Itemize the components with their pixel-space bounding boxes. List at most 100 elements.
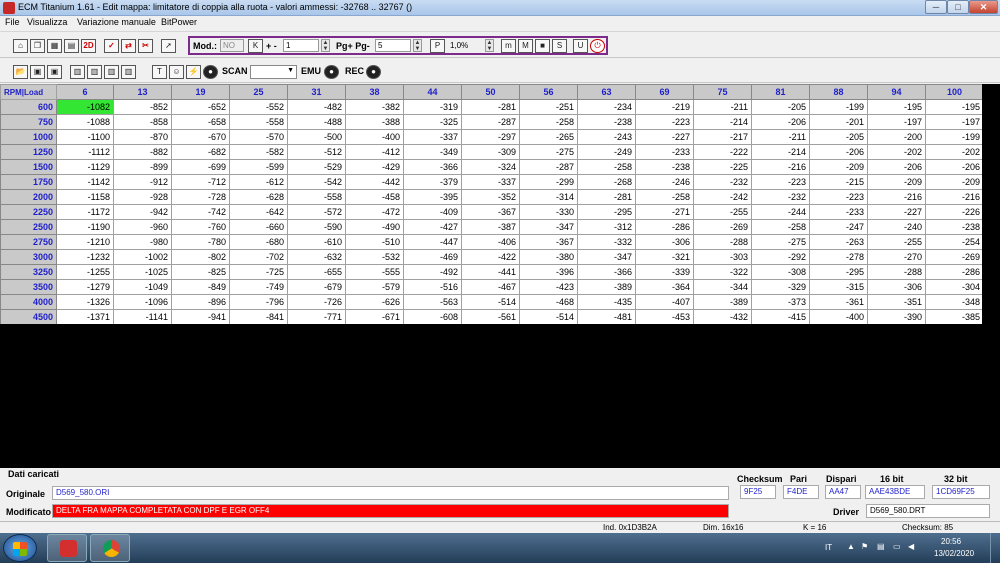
map-cell[interactable]: -380 (519, 249, 578, 265)
map-cell[interactable]: -337 (461, 174, 520, 190)
map-cell[interactable]: -572 (287, 204, 346, 220)
load-column-header[interactable]: 38 (345, 84, 404, 100)
rpm-row-header[interactable]: 1750 (0, 174, 57, 190)
load-column-header[interactable]: 19 (171, 84, 230, 100)
map-cell[interactable]: -244 (751, 204, 810, 220)
map-cell[interactable]: -1158 (56, 189, 114, 205)
map-cell[interactable]: -1088 (56, 114, 114, 130)
map-cell[interactable]: -255 (693, 204, 752, 220)
map-cell[interactable]: -347 (519, 219, 578, 235)
load-column-header[interactable]: 56 (519, 84, 578, 100)
map-cell[interactable]: -626 (345, 294, 404, 310)
map-cell[interactable]: -1326 (56, 294, 114, 310)
map-cell[interactable]: -201 (809, 114, 868, 130)
map-cell[interactable]: -780 (171, 234, 230, 250)
map-cell[interactable]: -286 (925, 264, 984, 280)
map-cell[interactable]: -441 (461, 264, 520, 280)
map-cell[interactable]: -322 (693, 264, 752, 280)
map-cell[interactable]: -216 (751, 159, 810, 175)
map-cell[interactable]: -671 (345, 309, 404, 325)
map-cell[interactable]: -209 (809, 159, 868, 175)
map-cell[interactable]: -339 (635, 264, 694, 280)
clock-date[interactable]: 13/02/2020 (934, 549, 974, 558)
map-cell[interactable]: -195 (867, 99, 926, 115)
map-cell[interactable]: -469 (403, 249, 462, 265)
map-cell[interactable]: -825 (171, 264, 230, 280)
map-cell[interactable]: -200 (867, 129, 926, 145)
undo-icon[interactable]: U (573, 39, 588, 53)
map-cell[interactable]: -435 (577, 294, 636, 310)
map-cell[interactable]: -238 (925, 219, 984, 235)
map-cell[interactable]: -214 (693, 114, 752, 130)
map-cell[interactable]: -490 (345, 219, 404, 235)
chart-icon[interactable]: ▤ (64, 39, 79, 53)
rpm-row-header[interactable]: 600 (0, 99, 57, 115)
load-column-header[interactable]: 13 (113, 84, 172, 100)
map-cell[interactable]: -367 (461, 204, 520, 220)
map-cell[interactable]: -232 (751, 189, 810, 205)
map-cell[interactable]: -206 (867, 159, 926, 175)
map-cell[interactable]: -286 (635, 219, 694, 235)
map-cell[interactable]: -1190 (56, 219, 114, 235)
map-cell[interactable]: -702 (229, 249, 288, 265)
map-cell[interactable]: -195 (925, 99, 984, 115)
volume-icon[interactable]: ◀ (908, 542, 914, 551)
rpm-row-header[interactable]: 2000 (0, 189, 57, 205)
map-cell[interactable]: -670 (171, 129, 230, 145)
load-column-header[interactable]: 81 (751, 84, 810, 100)
map-cell[interactable]: -275 (751, 234, 810, 250)
map-cell[interactable]: -281 (461, 99, 520, 115)
map-cell[interactable]: -412 (345, 144, 404, 160)
map-cell[interactable]: -379 (403, 174, 462, 190)
graph-2d-icon[interactable]: 2D (81, 39, 96, 53)
map-cell[interactable]: -232 (693, 174, 752, 190)
load-column-header[interactable]: 100 (925, 84, 984, 100)
title-bar[interactable]: ECM Titanium 1.61 - Edit mappa: limitato… (0, 0, 1000, 16)
map-cell[interactable]: -306 (635, 234, 694, 250)
map-cell[interactable]: -415 (751, 309, 810, 325)
step-field[interactable]: 1 (283, 39, 319, 52)
map-cell[interactable]: -610 (287, 234, 346, 250)
map-cell[interactable]: -388 (345, 114, 404, 130)
map-cell[interactable]: -324 (461, 159, 520, 175)
map-cell[interactable]: -1172 (56, 204, 114, 220)
map-cell[interactable]: -389 (693, 294, 752, 310)
map-cell[interactable]: -269 (925, 249, 984, 265)
map-cell[interactable]: -265 (519, 129, 578, 145)
modified-file-field[interactable]: DELTA FRA MAPPA COMPLETATA CON DPF E EGR… (52, 504, 729, 518)
map-cell[interactable]: -590 (287, 219, 346, 235)
minimize-button[interactable]: ─ (925, 0, 947, 14)
fill-icon[interactable]: ■ (535, 39, 550, 53)
menu-variazione-manuale[interactable]: Variazione manuale (77, 17, 156, 27)
map-cell[interactable]: -361 (809, 294, 868, 310)
map-cell[interactable]: -270 (867, 249, 926, 265)
map-cell[interactable]: -292 (751, 249, 810, 265)
map-cell[interactable]: -406 (461, 234, 520, 250)
map-cell[interactable]: -199 (809, 99, 868, 115)
map-cell[interactable]: -367 (519, 234, 578, 250)
map-cell[interactable]: -980 (113, 234, 172, 250)
compare-icon[interactable]: ⇄ (121, 39, 136, 53)
map-cell[interactable]: -552 (229, 99, 288, 115)
map-cell[interactable]: -472 (345, 204, 404, 220)
map-cell[interactable]: -226 (925, 204, 984, 220)
cut-icon[interactable]: ✂ (138, 39, 153, 53)
view-2-icon[interactable]: ▥ (87, 65, 102, 79)
map-cell[interactable]: -206 (809, 144, 868, 160)
map-cell[interactable]: -222 (693, 144, 752, 160)
map-cell[interactable]: -314 (519, 189, 578, 205)
map-cell[interactable]: -215 (809, 174, 868, 190)
rpm-row-header[interactable]: 750 (0, 114, 57, 130)
map-cell[interactable]: -299 (519, 174, 578, 190)
map-cell[interactable]: -510 (345, 234, 404, 250)
network-icon[interactable]: ▤ (877, 542, 885, 551)
map-cell[interactable]: -1255 (56, 264, 114, 280)
map-cell[interactable]: -481 (577, 309, 636, 325)
view-1-icon[interactable]: ▥ (70, 65, 85, 79)
map-cell[interactable]: -1142 (56, 174, 114, 190)
map-cell[interactable]: -209 (867, 174, 926, 190)
map-cell[interactable]: -558 (229, 114, 288, 130)
map-cell[interactable]: -896 (171, 294, 230, 310)
map-cell[interactable]: -941 (171, 309, 230, 325)
map-cell[interactable]: -295 (577, 204, 636, 220)
